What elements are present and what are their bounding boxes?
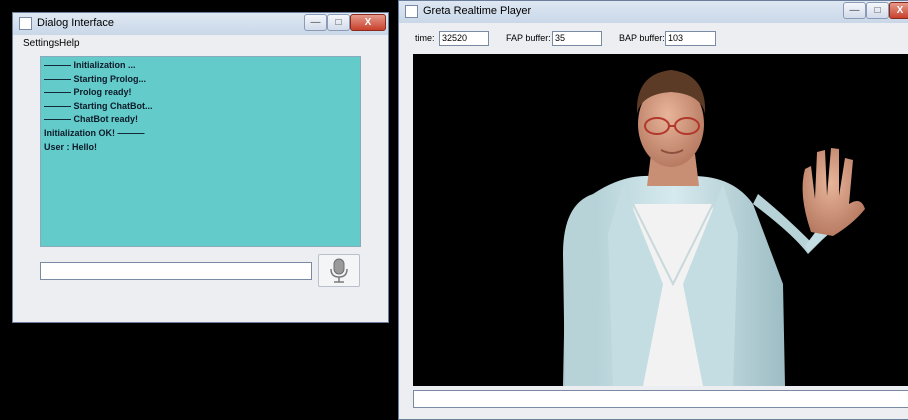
- fap-buffer-field[interactable]: 35: [552, 31, 602, 46]
- java-app-icon: [19, 17, 32, 30]
- player-title: Greta Realtime Player: [423, 5, 532, 17]
- dialog-titlebar[interactable]: Dialog Interface — □ X: [13, 13, 388, 35]
- stats-bar: time: 32520 FAP buffer: 35 BAP buffer: 1…: [399, 31, 908, 47]
- dialog-maximize-button[interactable]: □: [327, 14, 350, 31]
- player-input[interactable]: [413, 390, 908, 408]
- greta-avatar: [563, 70, 865, 386]
- log-line: Initialization OK! ———: [44, 127, 145, 138]
- bap-buffer-label: BAP buffer:: [619, 33, 665, 43]
- player-close-button[interactable]: X: [889, 2, 908, 19]
- log-line: ——— Starting Prolog...: [44, 73, 147, 84]
- time-label: time:: [415, 33, 435, 43]
- microphone-icon: [330, 258, 348, 283]
- avatar-viewport[interactable]: [413, 54, 908, 386]
- dialog-minimize-button[interactable]: —: [304, 14, 327, 31]
- player-maximize-button[interactable]: □: [866, 2, 889, 19]
- log-line: User : Hello!: [44, 141, 98, 152]
- player-window: Greta Realtime Player — □ X time: 32520 …: [398, 0, 908, 420]
- dialog-close-button[interactable]: X: [350, 14, 386, 31]
- bap-buffer-field[interactable]: 103: [665, 31, 716, 46]
- dialog-menubar: Settings Help: [13, 36, 388, 51]
- menu-settings[interactable]: Settings: [23, 38, 59, 49]
- player-minimize-button[interactable]: —: [843, 2, 866, 19]
- fap-buffer-label: FAP buffer:: [506, 33, 551, 43]
- chat-log[interactable]: ——— Initialization ... ——— Starting Prol…: [40, 56, 361, 247]
- log-line: ——— ChatBot ready!: [44, 114, 139, 125]
- player-app-icon: [405, 5, 418, 18]
- menu-help[interactable]: Help: [59, 38, 80, 49]
- log-line: ——— Prolog ready!: [44, 87, 132, 98]
- log-line: ——— Starting ChatBot...: [44, 100, 153, 111]
- dialog-title: Dialog Interface: [37, 17, 115, 29]
- player-titlebar[interactable]: Greta Realtime Player — □ X: [399, 1, 908, 23]
- microphone-button[interactable]: [318, 254, 360, 287]
- dialog-window: Dialog Interface — □ X Settings Help ———…: [12, 12, 389, 323]
- log-line: ——— Initialization ...: [44, 60, 136, 70]
- time-field[interactable]: 32520: [439, 31, 489, 46]
- message-input[interactable]: [40, 262, 312, 280]
